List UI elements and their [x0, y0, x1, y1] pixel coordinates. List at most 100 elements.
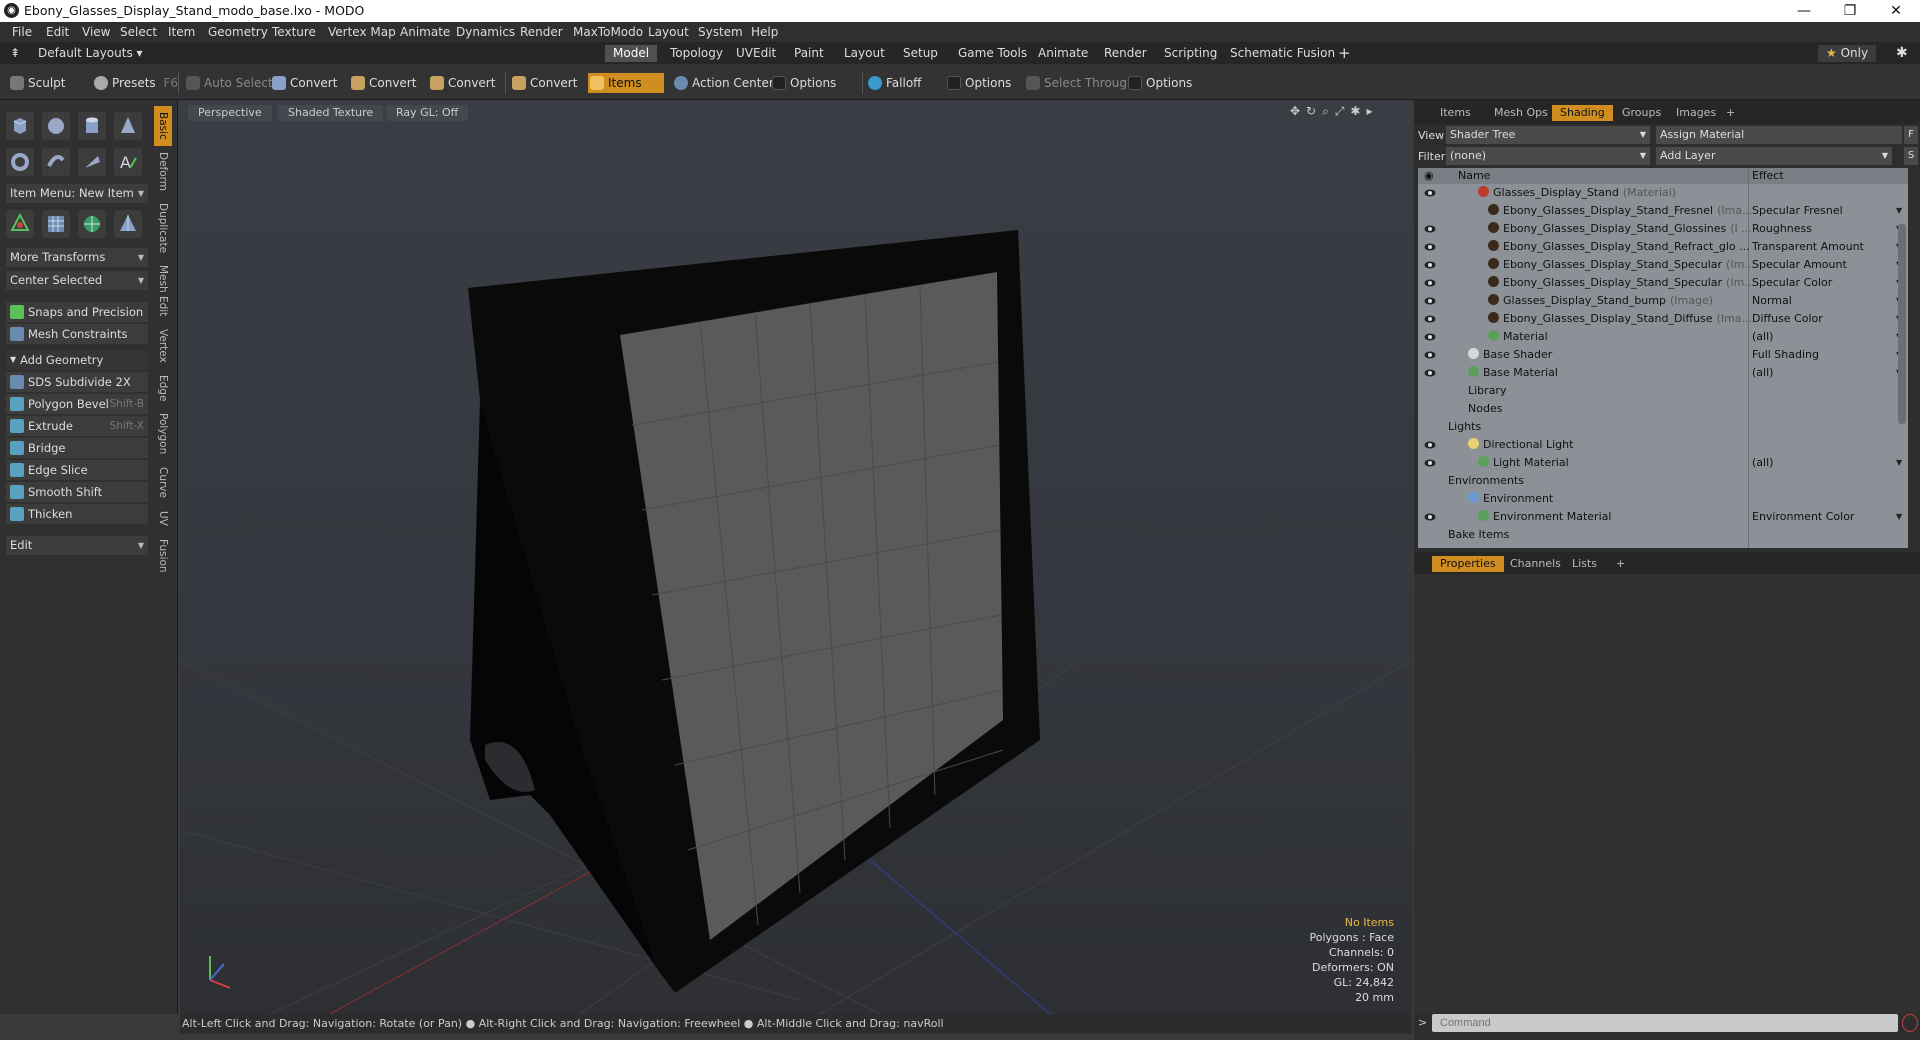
sphere-primitive-icon[interactable] [42, 112, 70, 140]
layer-effect[interactable]: Transparent Amount [1752, 238, 1864, 256]
tab-scripting[interactable]: Scripting [1156, 45, 1225, 62]
thicken-button[interactable]: Thicken [6, 504, 148, 524]
menu-edit[interactable]: Edit [46, 25, 69, 39]
layer-effect[interactable]: Diffuse Color [1752, 310, 1823, 328]
layer-effect[interactable]: Normal [1752, 292, 1792, 310]
tab-channels[interactable]: Channels [1502, 556, 1569, 572]
layer-effect[interactable]: Specular Color [1752, 274, 1832, 292]
menu-texture[interactable]: Texture [272, 25, 316, 39]
tab-groups[interactable]: Groups [1614, 105, 1669, 121]
view-dropdown[interactable]: Shader Tree ▼ [1446, 126, 1650, 144]
shader-tree-row[interactable]: Directional Light [1418, 436, 1908, 454]
tab-model[interactable]: Model [605, 45, 658, 62]
vtab-polygon[interactable]: Polygon [154, 408, 172, 460]
tab-render[interactable]: Render [1096, 45, 1155, 62]
add-layer-key[interactable]: S [1904, 147, 1918, 165]
tab-shading[interactable]: Shading [1552, 105, 1613, 121]
tab-paint[interactable]: Paint [786, 45, 832, 62]
polygon-bevel-button[interactable]: Polygon Bevel Shift-B [6, 394, 148, 414]
vtab-edge[interactable]: Edge [154, 370, 172, 406]
record-icon[interactable] [1902, 1014, 1918, 1032]
layer-effect[interactable]: Roughness [1752, 220, 1812, 238]
tab-layout[interactable]: Layout [836, 45, 893, 62]
tab-uvedit[interactable]: UVEdit [728, 45, 784, 62]
assign-material-button[interactable]: Assign Material [1656, 126, 1902, 144]
shader-tree-row[interactable]: Environments [1418, 472, 1908, 490]
shader-tree-row[interactable]: Environment [1418, 490, 1908, 508]
menu-file[interactable]: File [12, 25, 32, 39]
layout-up-icon[interactable]: ⇞ [6, 45, 28, 62]
center-selected-dropdown[interactable]: Center Selected [6, 271, 148, 290]
layer-effect[interactable]: (all) [1752, 454, 1773, 472]
smooth-shift-button[interactable]: Smooth Shift [6, 482, 148, 502]
menu-layout[interactable]: Layout [648, 25, 689, 39]
menu-animate[interactable]: Animate [400, 25, 450, 39]
options-button-1[interactable]: Options [770, 73, 836, 93]
convert-button-4[interactable]: Convert [510, 73, 577, 93]
gear-icon[interactable]: ✱ [1888, 45, 1916, 62]
command-input[interactable] [1432, 1014, 1898, 1032]
tab-schematic-fusion[interactable]: Schematic Fusion [1222, 45, 1343, 62]
vtab-duplicate[interactable]: Duplicate [154, 198, 172, 258]
convert-button-1[interactable]: Convert [270, 73, 337, 93]
only-toggle[interactable]: ★ Only [1818, 45, 1877, 62]
menu-dynamics[interactable]: Dynamics [456, 25, 515, 39]
eye-visibility-icon[interactable] [1424, 367, 1436, 379]
eye-visibility-icon[interactable] [1424, 187, 1436, 199]
shader-tree-row[interactable]: Ebony_Glasses_Display_Stand_Specular (Im.… [1418, 256, 1908, 274]
item-menu-dropdown[interactable]: Item Menu: New Item [6, 184, 148, 203]
action-center-button[interactable]: Action Center [672, 73, 774, 93]
viewport-scene[interactable] [180, 100, 1412, 1014]
effect-dropdown-icon[interactable]: ▼ [1896, 202, 1902, 220]
eye-visibility-icon[interactable] [1424, 259, 1436, 271]
cone-primitive-icon[interactable] [114, 112, 142, 140]
tab-setup[interactable]: Setup [895, 45, 946, 62]
vtab-curve[interactable]: Curve [154, 462, 172, 502]
vtab-uv[interactable]: UV [154, 504, 172, 532]
close-button[interactable]: ✕ [1873, 0, 1919, 22]
shader-tree-row[interactable]: Material(all)▼ [1418, 328, 1908, 346]
shader-tree-row[interactable]: Ebony_Glasses_Display_Stand_Specular (Im.… [1418, 274, 1908, 292]
add-layout-tab-button[interactable]: + [1330, 45, 1359, 62]
menu-system[interactable]: System [698, 25, 743, 39]
vtab-fusion[interactable]: Fusion [154, 534, 172, 578]
menu-item[interactable]: Item [168, 25, 195, 39]
convert-button-3[interactable]: Convert [428, 73, 495, 93]
add-layer-dropdown[interactable]: Add Layer ▼ [1656, 147, 1892, 165]
bridge-button[interactable]: Bridge [6, 438, 148, 458]
auto-select-button[interactable]: Auto Select [184, 73, 273, 93]
shader-tree-row[interactable]: Glasses_Display_Stand (Material) [1418, 184, 1908, 202]
3d-viewport[interactable]: Perspective Shaded Texture Ray GL: Off ✥… [180, 100, 1412, 1014]
falloff-button[interactable]: Falloff [866, 73, 921, 93]
vtab-basic[interactable]: Basic [154, 106, 172, 146]
effect-dropdown-icon[interactable]: ▼ [1896, 454, 1902, 472]
shader-tree-row[interactable]: Lights [1418, 418, 1908, 436]
pyramid-icon[interactable] [114, 210, 142, 238]
eye-visibility-icon[interactable] [1424, 223, 1436, 235]
items-button[interactable]: Items [588, 73, 664, 93]
shader-tree-row[interactable]: Environment Material Environment Color ▼ [1418, 508, 1908, 526]
shader-tree-row[interactable]: Light Material (all) ▼ [1418, 454, 1908, 472]
eye-visibility-icon[interactable] [1424, 439, 1436, 451]
assign-material-key[interactable]: F [1904, 126, 1918, 144]
restore-button[interactable]: ❐ [1827, 0, 1873, 22]
torus-primitive-icon[interactable] [6, 148, 34, 176]
effect-dropdown-icon[interactable]: ▼ [1896, 508, 1902, 526]
menu-select[interactable]: Select [120, 25, 157, 39]
shader-tree-row[interactable]: Ebony_Glasses_Display_Stand_Fresnel (Ima.… [1418, 202, 1908, 220]
menu-geometry[interactable]: Geometry [208, 25, 268, 39]
tab-lists[interactable]: Lists [1564, 556, 1605, 572]
eye-visibility-icon[interactable] [1424, 511, 1436, 523]
viewport-nav-icons[interactable]: ✥↻⌕⤢✱▸ [1290, 104, 1379, 119]
capsule-primitive-icon[interactable] [42, 148, 70, 176]
eye-visibility-icon[interactable] [1424, 457, 1436, 469]
edge-slice-button[interactable]: Edge Slice [6, 460, 148, 480]
cube-primitive-icon[interactable] [6, 112, 34, 140]
globe-icon[interactable] [78, 210, 106, 238]
shader-tree-row[interactable]: Base ShaderFull Shading▼ [1418, 346, 1908, 364]
shader-tree-row[interactable]: Nodes [1418, 400, 1908, 418]
vtab-mesh-edit[interactable]: Mesh Edit [154, 260, 172, 322]
options-button-3[interactable]: Options [1126, 73, 1192, 93]
edit-dropdown[interactable]: Edit [6, 536, 148, 555]
filter-dropdown[interactable]: (none) ▼ [1446, 147, 1650, 165]
